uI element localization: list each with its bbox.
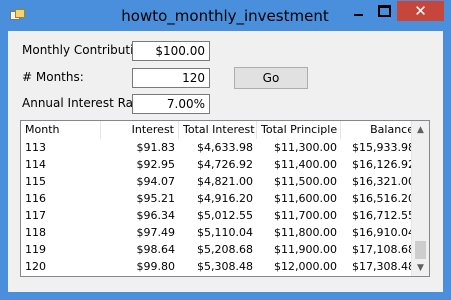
column-header-total-interest[interactable]: Total Interest bbox=[179, 121, 257, 139]
chevron-down-icon[interactable]: ▼ bbox=[412, 259, 429, 276]
cell-month: 117 bbox=[25, 209, 46, 222]
column-header-month[interactable]: Month bbox=[21, 121, 101, 139]
cell-balance: $16,712.55 bbox=[352, 209, 415, 222]
cell-balance: $17,108.68 bbox=[352, 243, 415, 256]
cell-balance: $16,126.92 bbox=[352, 158, 415, 171]
minimize-button[interactable] bbox=[345, 1, 371, 21]
results-listview[interactable]: Month Interest Total Interest Total Prin… bbox=[20, 120, 430, 277]
listview-header: Month Interest Total Interest Total Prin… bbox=[21, 121, 419, 139]
cell-balance: $16,516.20 bbox=[352, 192, 415, 205]
cell-total-principle: $11,600.00 bbox=[274, 192, 337, 205]
cell-total-interest: $5,308.48 bbox=[197, 260, 253, 273]
title-bar[interactable]: howto_monthly_investment ✕ bbox=[0, 0, 451, 32]
months-label: # Months: bbox=[22, 70, 84, 84]
cell-total-interest: $5,110.04 bbox=[197, 226, 253, 239]
cell-total-interest: $4,916.20 bbox=[197, 192, 253, 205]
cell-total-interest: $4,633.98 bbox=[197, 141, 253, 154]
listview-rows: 113 $91.83 $4,633.98 $11,300.00 $15,933.98 11… bbox=[21, 139, 415, 275]
column-header-interest[interactable]: Interest bbox=[101, 121, 179, 139]
cell-total-principle: $12,000.00 bbox=[274, 260, 337, 273]
cell-total-principle: $11,500.00 bbox=[274, 175, 337, 188]
cell-balance: $16,910.04 bbox=[352, 226, 415, 239]
go-button[interactable]: Go bbox=[234, 67, 308, 89]
cell-balance: $17,308.48 bbox=[352, 260, 415, 273]
table-row[interactable]: 115 $94.07 $4,821.00 $11,500.00 $16,321.00 bbox=[21, 173, 415, 190]
cell-balance: $16,321.00 bbox=[352, 175, 415, 188]
cell-total-interest: $5,208.68 bbox=[197, 243, 253, 256]
cell-interest: $94.07 bbox=[136, 175, 176, 188]
cell-total-principle: $11,800.00 bbox=[274, 226, 337, 239]
cell-total-principle: $11,700.00 bbox=[274, 209, 337, 222]
table-row[interactable]: 120 $99.80 $5,308.48 $12,000.00 $17,308.48 bbox=[21, 258, 415, 275]
column-header-balance[interactable]: Balance bbox=[341, 121, 419, 139]
column-header-total-principle[interactable]: Total Principle bbox=[257, 121, 341, 139]
cell-total-interest: $4,726.92 bbox=[197, 158, 253, 171]
cell-interest: $95.21 bbox=[136, 192, 176, 205]
cell-balance: $15,933.98 bbox=[352, 141, 415, 154]
cell-month: 113 bbox=[25, 141, 46, 154]
close-icon: ✕ bbox=[414, 2, 427, 20]
table-row[interactable]: 114 $92.95 $4,726.92 $11,400.00 $16,126.92 bbox=[21, 156, 415, 173]
maximize-icon bbox=[377, 5, 391, 17]
close-button[interactable]: ✕ bbox=[397, 1, 444, 21]
cell-month: 120 bbox=[25, 260, 46, 273]
scrollbar-thumb[interactable] bbox=[415, 241, 426, 259]
app-window: howto_monthly_investment ✕ Monthly Contr… bbox=[0, 0, 451, 300]
cell-interest: $98.64 bbox=[136, 243, 176, 256]
cell-interest: $96.34 bbox=[136, 209, 176, 222]
table-row[interactable]: 118 $97.49 $5,110.04 $11,800.00 $16,910.04 bbox=[21, 224, 415, 241]
cell-total-principle: $11,900.00 bbox=[274, 243, 337, 256]
cell-month: 118 bbox=[25, 226, 46, 239]
cell-interest: $91.83 bbox=[136, 141, 176, 154]
cell-month: 119 bbox=[25, 243, 46, 256]
maximize-button[interactable] bbox=[371, 1, 397, 21]
cell-total-interest: $4,821.00 bbox=[197, 175, 253, 188]
app-window-icon[interactable] bbox=[10, 9, 25, 21]
table-row[interactable]: 117 $96.34 $5,012.55 $11,700.00 $16,712.55 bbox=[21, 207, 415, 224]
interest-rate-input[interactable]: 7.00% bbox=[132, 94, 210, 114]
chevron-up-icon[interactable]: ▲ bbox=[412, 121, 429, 138]
cell-total-interest: $5,012.55 bbox=[197, 209, 253, 222]
cell-total-principle: $11,300.00 bbox=[274, 141, 337, 154]
window-title: howto_monthly_investment bbox=[121, 7, 329, 25]
cell-month: 114 bbox=[25, 158, 46, 171]
interest-rate-label: Annual Interest Rate: bbox=[22, 96, 150, 110]
cell-interest: $99.80 bbox=[136, 260, 176, 273]
months-input[interactable]: 120 bbox=[132, 68, 210, 88]
cell-total-principle: $11,400.00 bbox=[274, 158, 337, 171]
form-client-area: Monthly Contribution: $100.00 # Months: … bbox=[8, 31, 443, 292]
table-row[interactable]: 113 $91.83 $4,633.98 $11,300.00 $15,933.98 bbox=[21, 139, 415, 156]
cell-month: 116 bbox=[25, 192, 46, 205]
cell-interest: $92.95 bbox=[136, 158, 176, 171]
monthly-contribution-input[interactable]: $100.00 bbox=[132, 41, 210, 61]
cell-interest: $97.49 bbox=[136, 226, 176, 239]
cell-month: 115 bbox=[25, 175, 46, 188]
vertical-scrollbar[interactable]: ▲ ▼ bbox=[411, 121, 429, 276]
table-row[interactable]: 116 $95.21 $4,916.20 $11,600.00 $16,516.20 bbox=[21, 190, 415, 207]
table-row[interactable]: 119 $98.64 $5,208.68 $11,900.00 $17,108.68 bbox=[21, 241, 415, 258]
minimize-icon bbox=[353, 14, 363, 16]
